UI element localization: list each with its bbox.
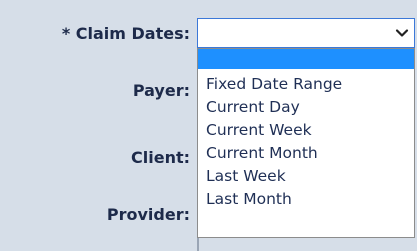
provider-label: Provider:	[106, 205, 190, 224]
provider-field-edge	[197, 238, 199, 251]
dropdown-option-last-week[interactable]: Last Week	[198, 165, 414, 188]
dropdown-option-blank[interactable]	[198, 49, 414, 69]
claim-dates-label: * Claim Dates:	[61, 24, 190, 43]
chevron-down-icon[interactable]	[395, 26, 409, 40]
dropdown-option-last-month[interactable]: Last Month	[198, 188, 414, 211]
claim-dates-dropdown: Fixed Date Range Current Day Current Wee…	[197, 48, 415, 238]
claim-dates-select[interactable]	[197, 18, 415, 48]
client-label: Client:	[131, 148, 190, 167]
dropdown-option-fixed-date-range[interactable]: Fixed Date Range	[198, 73, 414, 96]
dropdown-option-current-month[interactable]: Current Month	[198, 142, 414, 165]
dropdown-option-current-week[interactable]: Current Week	[198, 119, 414, 142]
dropdown-option-current-day[interactable]: Current Day	[198, 96, 414, 119]
payer-label: Payer:	[132, 81, 190, 100]
